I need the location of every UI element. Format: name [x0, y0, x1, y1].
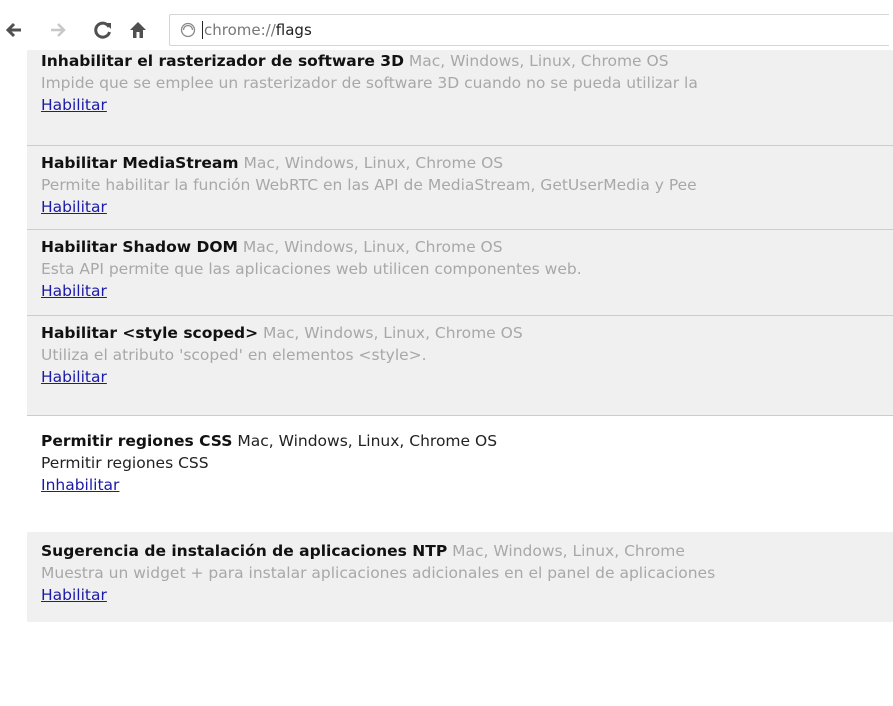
- forward-button[interactable]: [46, 18, 70, 42]
- url-scheme: chrome://: [204, 21, 276, 39]
- flag-title: Sugerencia de instalación de aplicacione…: [41, 542, 448, 560]
- flag-description: Esta API permite que las aplicaciones we…: [41, 260, 582, 278]
- reload-button[interactable]: [91, 18, 115, 42]
- flag-description: Utiliza el atributo 'scoped' en elemento…: [41, 346, 427, 364]
- flag-description: Impide que se emplee un rasterizador de …: [41, 74, 698, 92]
- page-icon: [180, 22, 196, 38]
- flag-title: Permitir regiones CSS: [41, 432, 233, 450]
- flag-disable-link[interactable]: Inhabilitar: [41, 474, 119, 496]
- flag-description: Permitir regiones CSS: [41, 454, 209, 472]
- flags-list: Inhabilitar el rasterizador de software …: [27, 50, 893, 622]
- flag-item-enabled: Permitir regiones CSS Mac, Windows, Linu…: [27, 416, 893, 532]
- back-button[interactable]: [2, 18, 26, 42]
- flag-enable-link[interactable]: Habilitar: [41, 94, 107, 116]
- flag-item: Habilitar MediaStream Mac, Windows, Linu…: [27, 146, 893, 230]
- forward-arrow-icon: [51, 23, 66, 37]
- flag-title: Habilitar Shadow DOM: [41, 238, 238, 256]
- flag-title: Habilitar MediaStream: [41, 154, 239, 172]
- flag-platforms: Mac, Windows, Linux, Chrome OS: [408, 52, 669, 70]
- flag-platforms: Mac, Windows, Linux, Chrome OS: [243, 154, 504, 172]
- url-text: chrome://flags: [202, 21, 312, 39]
- flag-description: Permite habilitar la función WebRTC en l…: [41, 176, 697, 194]
- flag-description: Muestra un widget + para instalar aplica…: [41, 564, 716, 582]
- flag-title: Inhabilitar el rasterizador de software …: [41, 52, 404, 70]
- home-button[interactable]: [126, 18, 150, 42]
- flag-enable-link[interactable]: Habilitar: [41, 366, 107, 388]
- flag-platforms: Mac, Windows, Linux, Chrome OS: [237, 432, 498, 450]
- flag-enable-link[interactable]: Habilitar: [41, 196, 107, 218]
- address-bar[interactable]: chrome://flags: [169, 14, 889, 46]
- flag-item: Inhabilitar el rasterizador de software …: [27, 50, 893, 146]
- flag-enable-link[interactable]: Habilitar: [41, 280, 107, 302]
- url-host: flags: [275, 21, 312, 39]
- flag-platforms: Mac, Windows, Linux, Chrome OS: [263, 324, 523, 342]
- flag-title: Habilitar <style scoped>: [41, 324, 259, 342]
- flag-item: Habilitar <style scoped> Mac, Windows, L…: [27, 316, 893, 416]
- home-icon: [130, 22, 146, 38]
- flag-item: Habilitar Shadow DOM Mac, Windows, Linux…: [27, 230, 893, 316]
- flag-item: Sugerencia de instalación de aplicacione…: [27, 532, 893, 622]
- flag-enable-link[interactable]: Habilitar: [41, 584, 107, 606]
- back-arrow-icon: [5, 22, 21, 38]
- flag-platforms: Mac, Windows, Linux, Chrome: [452, 542, 685, 560]
- flag-platforms: Mac, Windows, Linux, Chrome OS: [242, 238, 503, 256]
- browser-toolbar: chrome://flags: [0, 0, 893, 52]
- reload-icon: [94, 21, 111, 39]
